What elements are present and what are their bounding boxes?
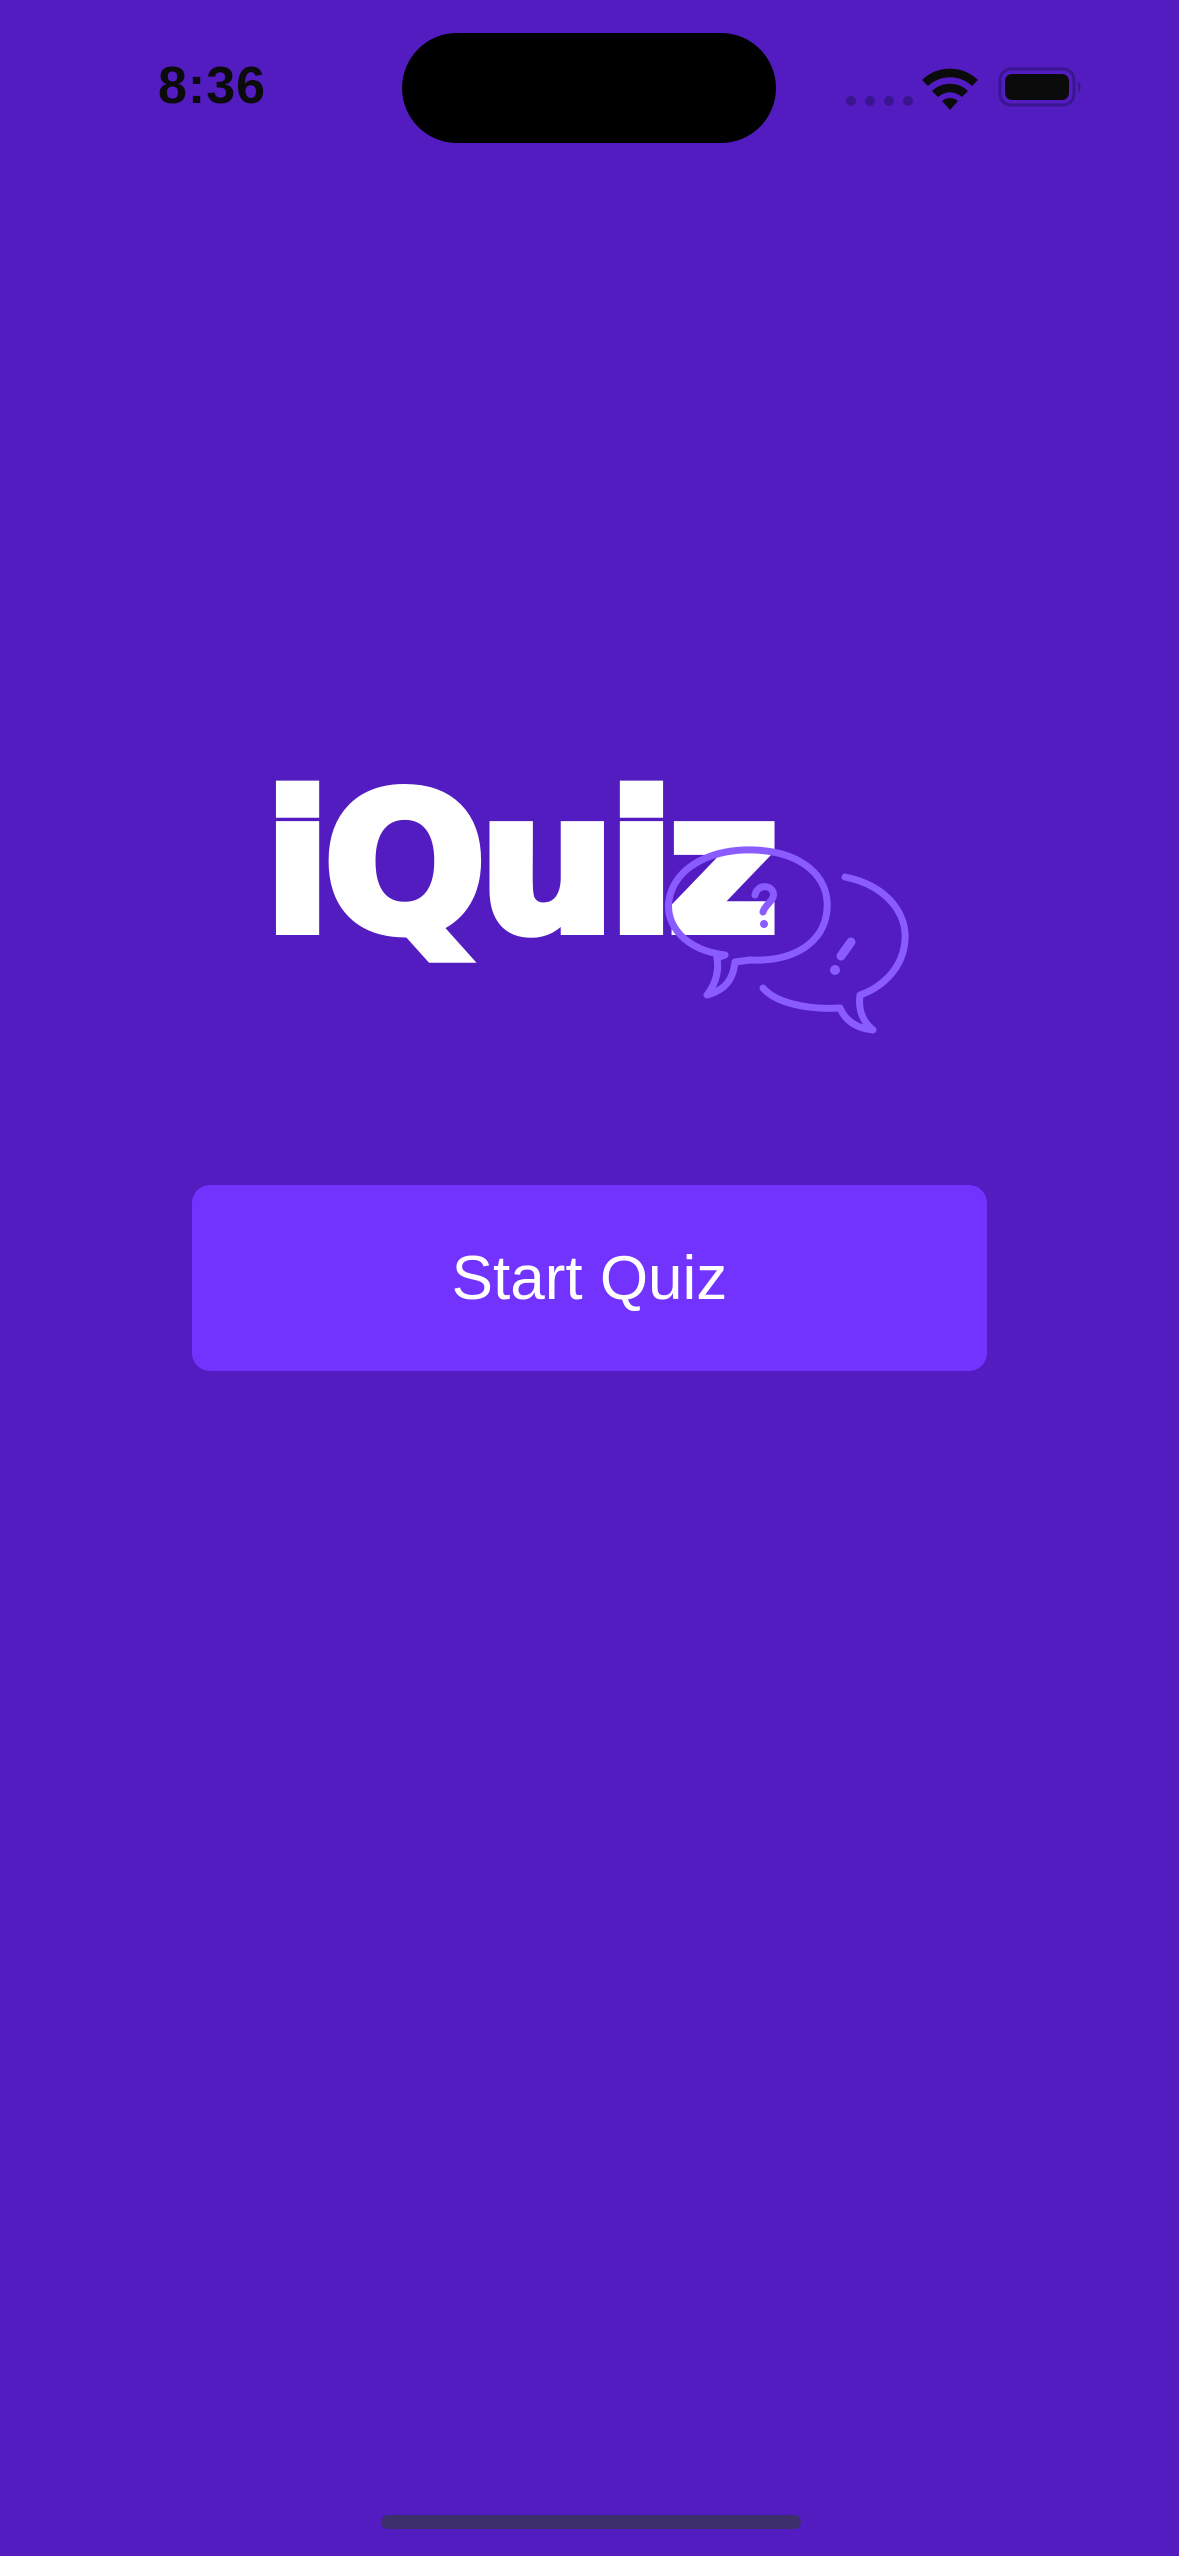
start-quiz-button[interactable]: Start Quiz [192,1185,987,1371]
signal-dots-icon [846,96,913,106]
status-bar: 8:36 [0,0,1179,175]
dynamic-island [402,33,776,143]
battery-icon [998,67,1081,107]
wifi-icon [922,68,978,110]
speech-bubbles-icon [665,846,909,1034]
status-time: 8:36 [158,57,267,115]
app-logo: iQuiz [260,765,925,1070]
home-indicator[interactable] [381,2515,801,2529]
start-quiz-button-label: Start Quiz [451,1243,728,1313]
